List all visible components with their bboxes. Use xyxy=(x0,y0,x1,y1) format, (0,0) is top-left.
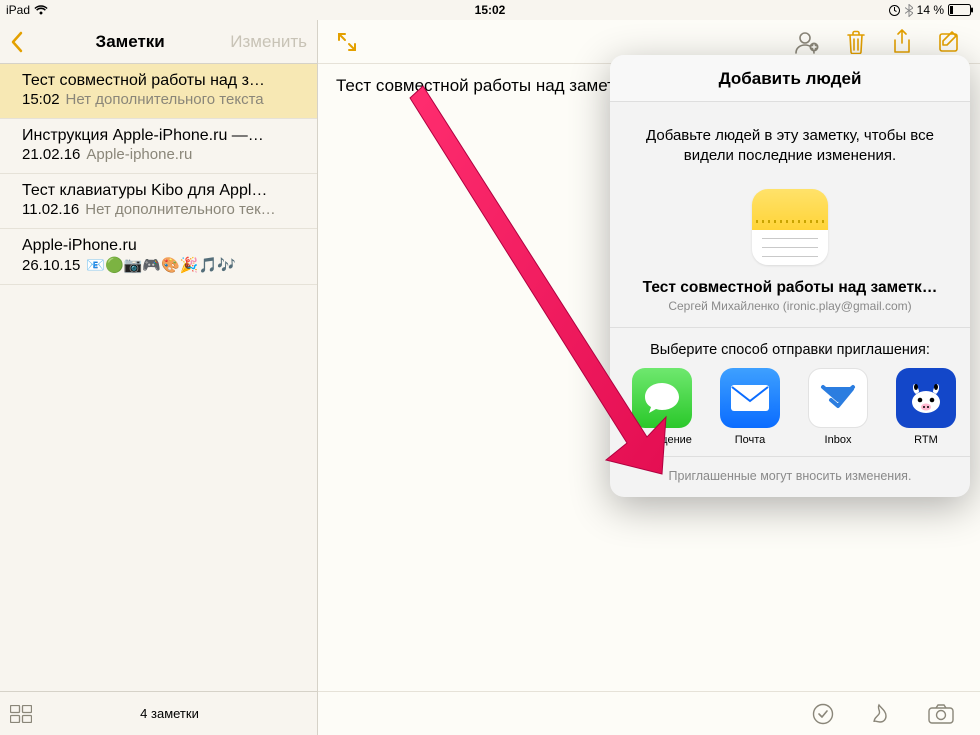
camera-button[interactable] xyxy=(928,704,954,724)
trash-button[interactable] xyxy=(846,30,866,54)
popover-message: Добавьте людей в эту заметку, чтобы все … xyxy=(610,102,970,177)
popover-choose-label: Выберите способ отправки приглашения: xyxy=(610,328,970,368)
sidebar-footer: 4 заметки xyxy=(0,691,317,735)
add-people-popover: Добавить людей Добавьте людей в эту заме… xyxy=(610,55,970,497)
view-grid-icon[interactable] xyxy=(10,705,32,723)
note-list-item[interactable]: Тест совместной работы над з… 15:02 Нет д… xyxy=(0,64,317,119)
sidebar-title: Заметки xyxy=(96,32,165,52)
share-option-inbox[interactable]: Inbox xyxy=(804,368,872,446)
note-date: 15:02 xyxy=(22,91,60,108)
sidebar-header: Заметки Изменить xyxy=(0,20,317,64)
share-label: Inbox xyxy=(804,434,872,446)
note-list-item[interactable]: Тест клавиатуры Kibo для Appl… 11.02.16 Н… xyxy=(0,174,317,229)
note-list-item[interactable]: Apple-iPhone.ru 26.10.15 📧🟢📷🎮🎨🎉🎵🎶 xyxy=(0,229,317,285)
mail-icon xyxy=(720,368,780,428)
note-title: Apple-iPhone.ru xyxy=(22,237,295,255)
note-title: Тест совместной работы над з… xyxy=(22,72,295,90)
share-button[interactable] xyxy=(892,29,912,55)
share-option-mail[interactable]: Почта xyxy=(716,368,784,446)
wifi-icon xyxy=(34,5,48,15)
share-option-messages[interactable]: Сообщение xyxy=(628,368,696,446)
share-label: Почта xyxy=(716,434,784,446)
sketch-button[interactable] xyxy=(870,702,892,726)
status-time: 15:02 xyxy=(475,3,506,17)
share-option-rtm[interactable]: RTM xyxy=(892,368,960,446)
expand-icon[interactable] xyxy=(336,31,358,53)
bluetooth-icon xyxy=(905,4,913,17)
popover-note-owner: Сергей Михайленко (ironic.play@gmail.com… xyxy=(610,299,970,328)
share-label: RTM xyxy=(892,434,960,446)
messages-icon xyxy=(632,368,692,428)
inbox-icon xyxy=(808,368,868,428)
notes-app: iPad 15:02 14 % Заметки Изменить xyxy=(0,0,980,735)
battery-icon xyxy=(948,4,974,16)
editor-footer xyxy=(318,691,980,735)
rtm-icon xyxy=(896,368,956,428)
rotation-lock-icon xyxy=(888,4,901,17)
note-preview: Нет дополнительного тек… xyxy=(85,201,275,218)
notes-count: 4 заметки xyxy=(32,706,307,721)
notes-app-icon xyxy=(752,189,828,265)
note-date: 11.02.16 xyxy=(22,201,79,218)
share-label: Сообщение xyxy=(628,434,696,446)
note-preview: 📧🟢📷🎮🎨🎉🎵🎶 xyxy=(86,257,235,274)
checklist-button[interactable] xyxy=(812,703,834,725)
notes-list: Тест совместной работы над з… 15:02 Нет д… xyxy=(0,64,317,285)
battery-percent: 14 % xyxy=(917,3,944,17)
popover-note-title: Тест совместной работы над заметк… xyxy=(610,269,970,299)
note-title: Тест клавиатуры Kibo для Appl… xyxy=(22,182,295,200)
note-date: 26.10.15 xyxy=(22,257,80,274)
device-label: iPad xyxy=(6,3,30,17)
status-bar: iPad 15:02 14 % xyxy=(0,0,980,20)
edit-button[interactable]: Изменить xyxy=(230,32,307,52)
note-list-item[interactable]: Инструкция Apple-iPhone.ru —… 21.02.16 Ap… xyxy=(0,119,317,174)
compose-button[interactable] xyxy=(938,30,962,54)
note-preview: Apple-iphone.ru xyxy=(86,146,192,163)
popover-footer: Приглашенные могут вносить изменения. xyxy=(610,456,970,497)
add-people-button[interactable] xyxy=(794,30,820,54)
note-preview: Нет дополнительного текста xyxy=(66,91,264,108)
popover-title: Добавить людей xyxy=(610,55,970,102)
note-title: Инструкция Apple-iPhone.ru —… xyxy=(22,127,295,145)
notes-sidebar: Заметки Изменить Тест совместной работы … xyxy=(0,20,318,735)
note-date: 21.02.16 xyxy=(22,146,80,163)
back-button[interactable] xyxy=(10,31,30,53)
share-options: Сообщение Почта Inbox RTM xyxy=(610,368,970,456)
